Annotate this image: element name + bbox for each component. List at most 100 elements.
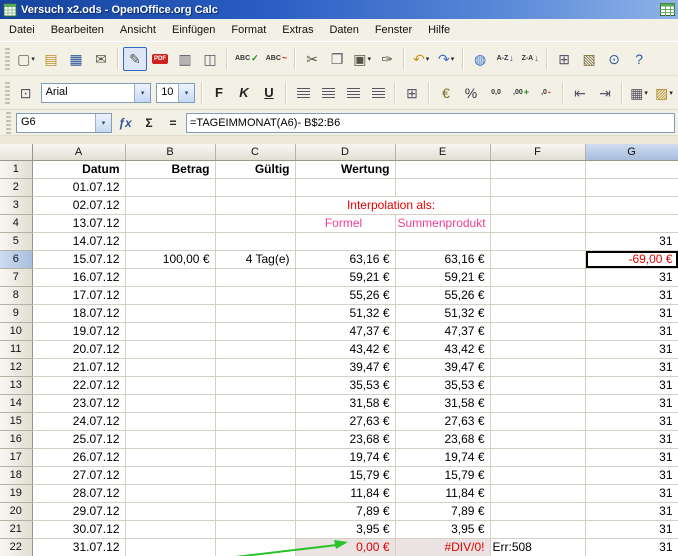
cell-C15[interactable]	[215, 412, 295, 430]
row-header-8[interactable]: 8	[0, 286, 32, 304]
cell-E18[interactable]: 15,79 €	[395, 466, 490, 484]
cell-F16[interactable]	[490, 430, 585, 448]
row-header-16[interactable]: 16	[0, 430, 32, 448]
cell-D6[interactable]: 63,16 €	[295, 250, 395, 268]
cell-F19[interactable]	[490, 484, 585, 502]
new-document-button[interactable]: ▢▾	[14, 47, 38, 71]
italic-button[interactable]: K	[232, 81, 256, 105]
navigator-button[interactable]: ⊞	[552, 47, 576, 71]
cell-E2[interactable]	[395, 178, 490, 196]
sum-button[interactable]: Σ	[138, 113, 160, 133]
cell-C21[interactable]	[215, 520, 295, 538]
cell-F7[interactable]	[490, 268, 585, 286]
hyperlink-button[interactable]: ◍	[468, 47, 492, 71]
font-name-combo-dropdown[interactable]: ▾	[134, 84, 150, 102]
cell-D13[interactable]: 35,53 €	[295, 376, 395, 394]
cell-C19[interactable]	[215, 484, 295, 502]
cell-F1[interactable]	[490, 160, 585, 178]
function-wizard-button[interactable]: ƒx	[114, 113, 136, 133]
cell-E15[interactable]: 27,63 €	[395, 412, 490, 430]
cell-E1[interactable]	[395, 160, 490, 178]
cell-G17[interactable]: 31	[585, 448, 678, 466]
column-header-E[interactable]: E	[395, 144, 490, 160]
sort-descending-button[interactable]: Z-A↓	[518, 47, 542, 71]
cell-F12[interactable]	[490, 358, 585, 376]
bold-button[interactable]: F	[207, 81, 231, 105]
cell-F5[interactable]	[490, 232, 585, 250]
row-header-3[interactable]: 3	[0, 196, 32, 214]
cell-D21[interactable]: 3,95 €	[295, 520, 395, 538]
cell-F14[interactable]	[490, 394, 585, 412]
cell-C13[interactable]	[215, 376, 295, 394]
cell-F17[interactable]	[490, 448, 585, 466]
cell-D12[interactable]: 39,47 €	[295, 358, 395, 376]
cell-A10[interactable]: 19.07.12	[32, 322, 125, 340]
cell-F13[interactable]	[490, 376, 585, 394]
cell-A21[interactable]: 30.07.12	[32, 520, 125, 538]
cell-G7[interactable]: 31	[585, 268, 678, 286]
open-button[interactable]: ▤	[39, 47, 63, 71]
cell-D9[interactable]: 51,32 €	[295, 304, 395, 322]
cell-D17[interactable]: 19,74 €	[295, 448, 395, 466]
cell-G4[interactable]	[585, 214, 678, 232]
cell-E17[interactable]: 19,74 €	[395, 448, 490, 466]
cell-A6[interactable]: 15.07.12	[32, 250, 125, 268]
cell-A18[interactable]: 27.07.12	[32, 466, 125, 484]
gallery-button[interactable]: ▧	[577, 47, 601, 71]
row-header-2[interactable]: 2	[0, 178, 32, 196]
cell-B9[interactable]	[125, 304, 215, 322]
add-decimal-button[interactable]: ,00+	[509, 81, 533, 105]
cell-D16[interactable]: 23,68 €	[295, 430, 395, 448]
name-box[interactable]: G6 ▾	[16, 113, 112, 133]
cell-B10[interactable]	[125, 322, 215, 340]
cell-E7[interactable]: 59,21 €	[395, 268, 490, 286]
cell-E10[interactable]: 47,37 €	[395, 322, 490, 340]
cut-button[interactable]: ✂	[300, 47, 324, 71]
column-header-A[interactable]: A	[32, 144, 125, 160]
cell-E4[interactable]: Summenprodukt	[395, 214, 490, 232]
number-format-currency-button[interactable]: €	[434, 81, 458, 105]
cell-B14[interactable]	[125, 394, 215, 412]
cell-F2[interactable]	[490, 178, 585, 196]
paste-button[interactable]: ▣▾	[350, 47, 374, 71]
column-header-G[interactable]: G	[585, 144, 678, 160]
row-header-4[interactable]: 4	[0, 214, 32, 232]
cell-B20[interactable]	[125, 502, 215, 520]
cell-A22[interactable]: 31.07.12	[32, 538, 125, 556]
row-header-19[interactable]: 19	[0, 484, 32, 502]
email-button[interactable]: ✉	[89, 47, 113, 71]
formula-button[interactable]: =	[162, 113, 184, 133]
cell-G19[interactable]: 31	[585, 484, 678, 502]
cell-B4[interactable]	[125, 214, 215, 232]
cell-F15[interactable]	[490, 412, 585, 430]
number-format-standard-button[interactable]: 0,0	[484, 81, 508, 105]
cell-E9[interactable]: 51,32 €	[395, 304, 490, 322]
format-paintbrush-button[interactable]: ✑	[375, 47, 399, 71]
cell-F21[interactable]	[490, 520, 585, 538]
menu-extras[interactable]: Extras	[274, 20, 321, 40]
cell-E6[interactable]: 63,16 €	[395, 250, 490, 268]
redo-button[interactable]: ↷▾	[434, 47, 458, 71]
underline-button[interactable]: U	[257, 81, 281, 105]
cell-E22[interactable]: #DIV/0!	[395, 538, 490, 556]
cell-G22[interactable]: 31	[585, 538, 678, 556]
row-header-11[interactable]: 11	[0, 340, 32, 358]
cell-E20[interactable]: 7,89 €	[395, 502, 490, 520]
cell-G9[interactable]: 31	[585, 304, 678, 322]
cell-F4[interactable]	[490, 214, 585, 232]
cell-F8[interactable]	[490, 286, 585, 304]
cell-D5[interactable]	[295, 232, 395, 250]
cell-B6[interactable]: 100,00 €	[125, 250, 215, 268]
cell-A4[interactable]: 13.07.12	[32, 214, 125, 232]
row-header-7[interactable]: 7	[0, 268, 32, 286]
cell-A16[interactable]: 25.07.12	[32, 430, 125, 448]
cell-B5[interactable]	[125, 232, 215, 250]
menu-hilfe[interactable]: Hilfe	[420, 20, 458, 40]
cell-G6[interactable]: -69,00 €	[585, 250, 678, 268]
column-header-D[interactable]: D	[295, 144, 395, 160]
column-header-F[interactable]: F	[490, 144, 585, 160]
save-button[interactable]: ▦	[64, 47, 88, 71]
cell-E13[interactable]: 35,53 €	[395, 376, 490, 394]
cell-F9[interactable]	[490, 304, 585, 322]
cell-F10[interactable]	[490, 322, 585, 340]
